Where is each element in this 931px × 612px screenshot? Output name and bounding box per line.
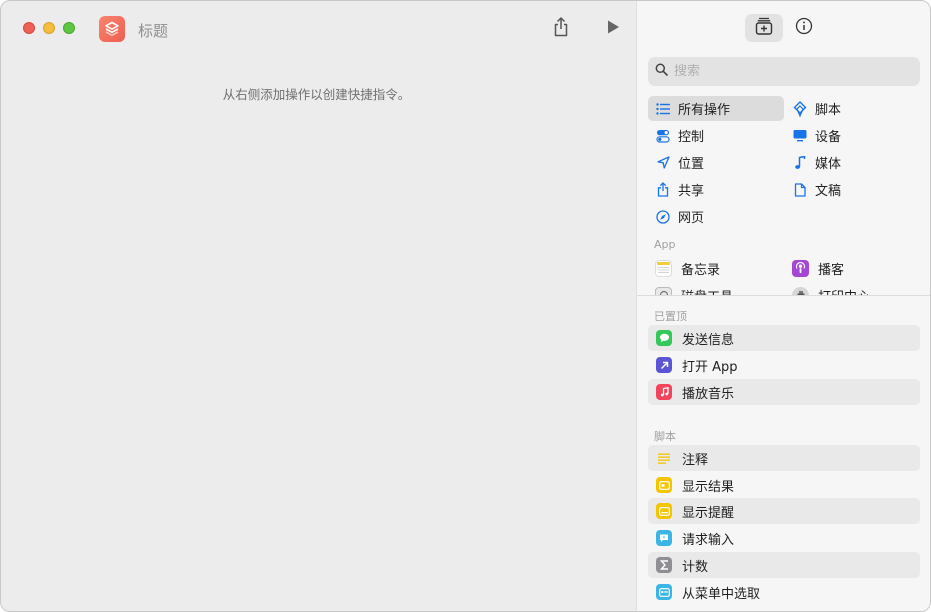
app-item-disk-utility[interactable]: 磁盘工具 [655,283,733,295]
action-open-app[interactable]: 打开 App [648,352,920,378]
action-label: 请求输入 [682,532,735,548]
disk-utility-app-icon [655,286,672,295]
close-window-button[interactable] [23,22,35,34]
app-item-label: 磁盘工具 [681,286,733,296]
category-device[interactable]: 设备 [785,123,921,148]
action-show-result[interactable]: 显示结果 [648,472,920,498]
action-choose-from-menu[interactable]: 从菜单中选取 [648,579,920,605]
action-label: 发送信息 [682,332,735,348]
app-item-label: 打印中心 [818,286,870,296]
shortcut-glyph-icon[interactable] [99,16,125,42]
display-icon [793,129,807,143]
app-section-header: App [654,238,676,251]
share-icon [656,182,670,197]
category-label: 设备 [815,130,842,145]
library-tab-button[interactable] [745,14,783,42]
category-label: 脚本 [815,103,842,118]
action-label: 播放音乐 [682,386,735,402]
location-arrow-icon [656,156,670,170]
category-label: 媒体 [815,157,842,172]
play-icon [606,19,620,39]
music-icon [656,384,672,400]
script-icon [793,100,807,117]
category-media[interactable]: 媒体 [785,150,921,175]
action-label: 显示提醒 [682,505,735,521]
print-center-app-icon [792,286,809,295]
messages-icon [656,330,672,346]
share-icon [553,17,569,41]
category-label: 文稿 [815,184,842,199]
category-documents[interactable]: 文稿 [785,177,921,202]
run-button[interactable] [600,16,626,42]
list-icon [656,102,670,116]
action-label: 打开 App [682,359,738,375]
share-button[interactable] [548,16,574,42]
shortcut-editor[interactable]: 标题 从右侧添加操作以创建快捷指令。 [1,1,636,611]
show-alert-icon [656,503,672,519]
pinned-section-header: 已置顶 [654,310,687,323]
sidebar-divider [637,295,930,296]
category-label: 网页 [678,211,705,226]
details-tab-button[interactable] [785,14,823,42]
category-label: 共享 [678,184,705,199]
action-play-music[interactable]: 播放音乐 [648,379,920,405]
action-library-sidebar: 所有操作 脚本 控制 设备 位置 [636,1,930,611]
toggle-icon [656,129,670,143]
category-label: 控制 [678,130,705,145]
category-location[interactable]: 位置 [648,150,784,175]
empty-editor-hint: 从右侧添加操作以创建快捷指令。 [222,87,411,102]
open-app-icon [656,357,672,373]
category-web[interactable]: 网页 [648,204,784,229]
comment-lines-icon [656,450,672,466]
shortcuts-window: 标题 从右侧添加操作以创建快捷指令。 搜索 所有操作 脚本 控制 设备 位置 媒… [0,0,931,612]
action-search-field[interactable] [648,57,920,86]
action-send-message[interactable]: 发送信息 [648,325,920,351]
minimize-window-button[interactable] [43,22,55,34]
scripting-section-header: 脚本 [654,430,676,443]
document-icon [793,182,807,197]
action-label: 注释 [682,452,709,468]
choose-menu-icon [656,584,672,600]
ask-input-icon [656,530,672,546]
search-icon [655,63,668,80]
app-item-print-center[interactable]: 打印中心 [792,283,870,295]
category-label: 所有操作 [678,103,731,118]
sigma-icon [656,557,672,573]
zoom-window-button[interactable] [63,22,75,34]
category-sharing[interactable]: 共享 [648,177,784,202]
app-list-clip: 磁盘工具 打印中心 [637,259,930,295]
action-ask-for-input[interactable]: 请求输入 [648,525,920,551]
shortcut-title[interactable]: 标题 [138,20,168,41]
action-count[interactable]: 计数 [648,552,920,578]
action-label: 从菜单中选取 [682,586,761,602]
action-comment[interactable]: 注释 [648,445,920,471]
action-library-icon [754,16,774,40]
music-note-icon [793,155,807,170]
category-label: 位置 [678,157,705,172]
action-label: 显示结果 [682,479,735,495]
action-show-alert[interactable]: 显示提醒 [648,498,920,524]
search-input[interactable] [674,64,904,79]
info-icon [795,17,813,39]
category-scripting[interactable]: 脚本 [785,96,921,121]
compass-icon [656,209,670,224]
category-all-actions[interactable]: 所有操作 [648,96,784,121]
action-label: 计数 [682,559,709,575]
category-controls[interactable]: 控制 [648,123,784,148]
show-result-icon [656,477,672,493]
